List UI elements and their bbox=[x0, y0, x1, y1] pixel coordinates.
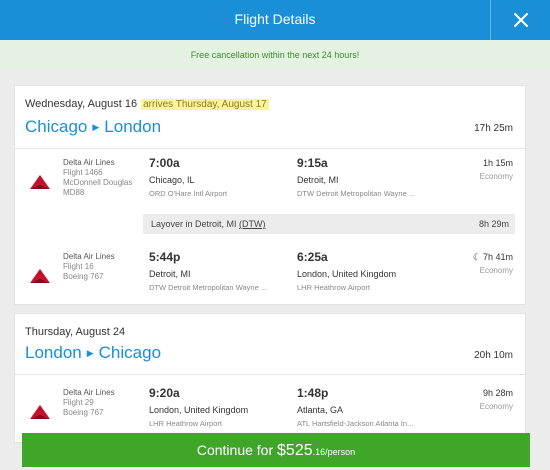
route-origin: London bbox=[25, 343, 82, 362]
route-arrow-icon: ▶ bbox=[86, 347, 94, 358]
price-per: /person bbox=[325, 447, 356, 457]
departure-time: 9:20a bbox=[149, 386, 180, 400]
close-icon bbox=[513, 13, 528, 27]
arrival-airport: DTW Detroit Metropolitan Wayne ... bbox=[297, 189, 416, 198]
segment-duration: ☾ 7h 41m bbox=[473, 252, 513, 263]
airline-info: Delta Air Lines Flight 29 Boeing 767 bbox=[63, 388, 143, 418]
arrival-time: 6:25a bbox=[297, 250, 328, 264]
departure-time: 7:00a bbox=[149, 156, 180, 170]
outbound-route: Chicago ▶ London bbox=[25, 117, 161, 137]
layover-text: Layover in Detroit, MI bbox=[151, 219, 237, 229]
arrives-next-day-note: arrives Thursday, August 17 bbox=[141, 99, 269, 110]
departure-info: 5:44p Detroit, MI DTW Detroit Metropolit… bbox=[149, 250, 289, 292]
free-cancellation-banner: Free cancellation within the next 24 hou… bbox=[0, 40, 550, 70]
arrival-city: London, United Kingdom bbox=[297, 269, 397, 279]
aircraft-type: Boeing 767 bbox=[63, 408, 104, 417]
cabin-class: Economy bbox=[479, 402, 513, 411]
departure-time: 5:44p bbox=[149, 250, 181, 264]
airline-info: Delta Air Lines Flight 16 Boeing 767 bbox=[63, 252, 143, 282]
continue-button[interactable]: Continue for $525.16/person bbox=[22, 433, 530, 467]
return-date: Thursday, August 24 bbox=[25, 326, 126, 338]
cabin-class: Economy bbox=[479, 172, 513, 181]
price-cents: .16 bbox=[312, 447, 326, 457]
airline-name: Delta Air Lines bbox=[63, 388, 115, 397]
airline-name: Delta Air Lines bbox=[63, 158, 115, 167]
outbound-date: Wednesday, August 16 bbox=[25, 98, 138, 110]
layover-duration: 8h 29m bbox=[478, 219, 509, 229]
return-route: London ▶ Chicago bbox=[25, 343, 161, 363]
departure-info: 7:00a Chicago, IL ORD O'Hare Intl Airpor… bbox=[149, 156, 289, 198]
route-destination: Chicago bbox=[98, 343, 162, 362]
departure-city: Chicago, IL bbox=[149, 175, 195, 185]
delta-logo-icon bbox=[30, 269, 50, 283]
continue-label: Continue for bbox=[196, 442, 274, 458]
segment-duration-value: 7h 41m bbox=[482, 252, 513, 262]
departure-airport: DTW Detroit Metropolitan Wayne ... bbox=[149, 283, 268, 292]
header-bar: Flight Details bbox=[0, 0, 550, 40]
delta-logo-icon bbox=[30, 175, 50, 189]
arrival-airport: ATL Hartsfield-Jackson Atlanta In... bbox=[297, 419, 414, 428]
flight-number: Flight 1466 bbox=[63, 168, 103, 177]
arrival-time: 9:15a bbox=[297, 156, 328, 170]
flight-segment: Delta Air Lines Flight 1466 McDonnell Do… bbox=[15, 154, 525, 216]
close-button[interactable] bbox=[490, 0, 550, 40]
departure-city: Detroit, MI bbox=[149, 269, 191, 279]
arrival-city: Atlanta, GA bbox=[297, 405, 344, 415]
arrival-info: 6:25a London, United Kingdom LHR Heathro… bbox=[297, 250, 437, 292]
arrival-info: 1:48p Atlanta, GA ATL Hartsfield-Jackson… bbox=[297, 386, 437, 428]
return-total-duration: 20h 10m bbox=[474, 350, 513, 361]
divider bbox=[15, 148, 525, 149]
arrival-city: Detroit, MI bbox=[297, 175, 339, 185]
departure-airport: LHR Heathrow Airport bbox=[149, 419, 222, 428]
segment-duration: 9h 28m bbox=[482, 388, 513, 398]
layover-airport-code[interactable]: (DTW) bbox=[239, 219, 266, 229]
divider bbox=[15, 374, 525, 375]
segment-duration: 1h 15m bbox=[482, 158, 513, 168]
flight-number: Flight 29 bbox=[63, 398, 94, 407]
overnight-moon-icon: ☾ bbox=[472, 252, 481, 262]
price-main: $525 bbox=[277, 442, 313, 459]
route-origin: Chicago bbox=[25, 117, 88, 136]
airline-name: Delta Air Lines bbox=[63, 252, 115, 261]
aircraft-type: McDonnell Douglas MD88 bbox=[63, 178, 133, 197]
airline-info: Delta Air Lines Flight 1466 McDonnell Do… bbox=[63, 158, 143, 198]
departure-airport: ORD O'Hare Intl Airport bbox=[149, 189, 228, 198]
cabin-class: Economy bbox=[479, 266, 513, 275]
flight-number: Flight 16 bbox=[63, 262, 94, 271]
arrival-airport: LHR Heathrow Airport bbox=[297, 283, 370, 292]
outbound-trip-card: Wednesday, August 16 arrives Thursday, Au… bbox=[14, 85, 526, 305]
layover-row: Layover in Detroit, MI (DTW) 8h 29m bbox=[143, 214, 515, 234]
outbound-date-row: Wednesday, August 16 arrives Thursday, Au… bbox=[25, 98, 269, 110]
arrival-info: 9:15a Detroit, MI DTW Detroit Metropolit… bbox=[297, 156, 437, 198]
outbound-total-duration: 17h 25m bbox=[474, 123, 513, 134]
departure-info: 9:20a London, United Kingdom LHR Heathro… bbox=[149, 386, 289, 428]
aircraft-type: Boeing 767 bbox=[63, 272, 104, 281]
flight-segment: Delta Air Lines Flight 16 Boeing 767 5:4… bbox=[15, 248, 525, 310]
route-arrow-icon: ▶ bbox=[92, 121, 100, 132]
delta-logo-icon bbox=[30, 405, 50, 419]
arrival-time: 1:48p bbox=[297, 386, 329, 400]
page-title: Flight Details bbox=[234, 11, 316, 27]
return-trip-card: Thursday, August 24 London ▶ Chicago 20h… bbox=[14, 313, 526, 443]
departure-city: London, United Kingdom bbox=[149, 405, 249, 415]
route-destination: London bbox=[104, 117, 162, 136]
